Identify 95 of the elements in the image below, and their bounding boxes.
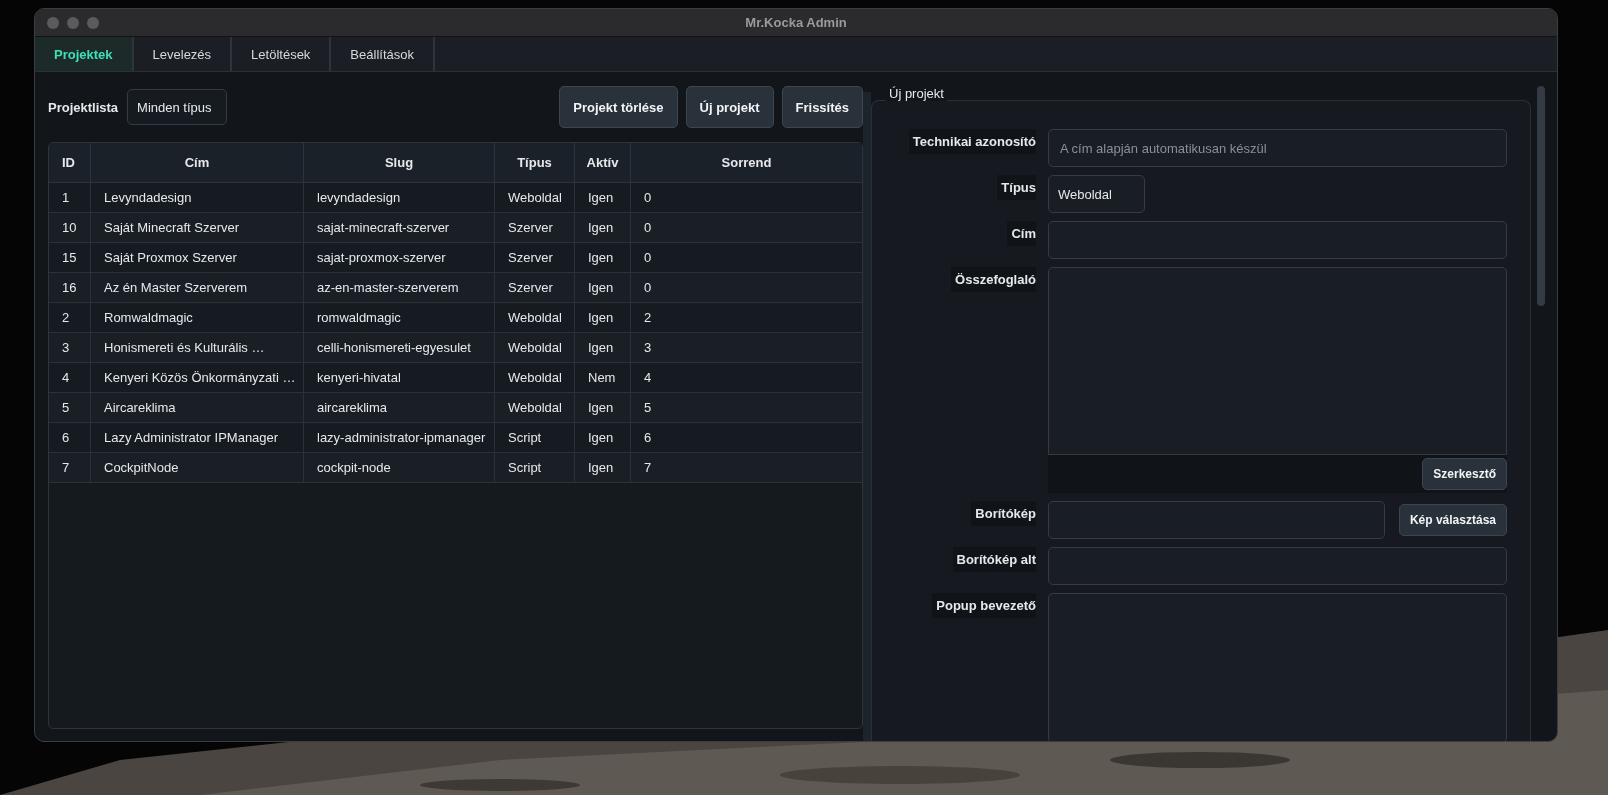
type-filter-dropdown[interactable]: Minden típus [127, 89, 228, 125]
table-cell: Szerver [495, 273, 575, 302]
minimize-button[interactable] [67, 16, 79, 29]
group-title: Új projekt [886, 86, 947, 101]
input-field[interactable] [1048, 221, 1507, 259]
table-cell: Weboldal [495, 393, 575, 422]
table-cell: 10 [49, 213, 91, 242]
table-cell: Igen [575, 273, 631, 302]
table-cell: Romwaldmagic [91, 303, 304, 332]
column-header[interactable]: Slug [304, 143, 495, 182]
field-label: Cím [1007, 221, 1036, 246]
table-cell: Szerver [495, 213, 575, 242]
table-cell: 6 [49, 423, 91, 452]
table-cell-text: 0 [643, 279, 653, 297]
table-cell: Weboldal [495, 183, 575, 212]
input-field[interactable]: A cím alapján automatikusan készül [1048, 129, 1507, 167]
table-cell: 2 [49, 303, 91, 332]
field-label: Típus [997, 175, 1036, 200]
scrollbar-thumb[interactable] [1537, 86, 1545, 306]
table-cell: Aircareklima [91, 393, 304, 422]
table-cell: Script [495, 453, 575, 482]
table-cell: Lazy Administrator IPManager [91, 423, 304, 452]
tab[interactable]: Projektek [35, 37, 134, 71]
table-cell: 16 [49, 273, 91, 302]
table-cell: Weboldal [495, 363, 575, 392]
table-cell-text: 4 [643, 369, 653, 387]
table-cell: Nem [575, 363, 631, 392]
table-cell: sajat-minecraft-szerver [304, 213, 495, 242]
input-field[interactable] [1048, 547, 1507, 585]
table-cell-text: 6 [643, 429, 653, 447]
table-cell: sajat-proxmox-szerver [304, 243, 495, 272]
table-cell: Igen [575, 303, 631, 332]
column-header[interactable]: Aktív [575, 143, 631, 182]
column-header[interactable]: Cím [91, 143, 304, 182]
input-field[interactable] [1048, 501, 1385, 539]
table-cell: Igen [575, 243, 631, 272]
table-cell: Igen [575, 393, 631, 422]
window-title: Mr.Kocka Admin [745, 15, 847, 30]
toolbar-button[interactable]: Frissítés [781, 86, 863, 128]
table-cell: 5 [49, 393, 91, 422]
table-cell: Igen [575, 213, 631, 242]
table-cell-text: 0 [643, 219, 653, 237]
table-cell: 7 [49, 453, 91, 482]
table-cell: Igen [575, 423, 631, 452]
table-cell: Kenyeri Közös Önkormányzati … [91, 363, 304, 392]
text-area[interactable] [1048, 593, 1507, 741]
column-header[interactable]: Sorrend [631, 143, 862, 182]
text-area[interactable] [1048, 267, 1507, 455]
table-cell-text: 3 [643, 339, 653, 357]
field-label: Összefoglaló [951, 267, 1036, 292]
table-cell: Szerver [495, 243, 575, 272]
field-label: Borítókép [971, 501, 1036, 526]
table-cell: Levyndadesign [91, 183, 304, 212]
editor-button[interactable]: Szerkesztő [1422, 458, 1507, 490]
table-cell: CockpitNode [91, 453, 304, 482]
table-cell: celli-honismereti-egyesulet [304, 333, 495, 362]
table-cell: 15 [49, 243, 91, 272]
table-cell: aircareklima [304, 393, 495, 422]
column-header[interactable]: Típus [495, 143, 575, 182]
list-label: Projektlista [48, 99, 119, 115]
table-cell: romwaldmagic [304, 303, 495, 332]
column-header[interactable]: ID [49, 143, 91, 182]
table-cell: 1 [49, 183, 91, 212]
choose-image-button[interactable]: Kép választása [1398, 504, 1507, 536]
toolbar-button[interactable]: Projekt törlése [559, 86, 678, 128]
table-cell: cockpit-node [304, 453, 495, 482]
table-cell: Weboldal [495, 333, 575, 362]
table-cell: Igen [575, 453, 631, 482]
table-cell: Script [495, 423, 575, 452]
table-cell: Az én Master Szerverem [91, 273, 304, 302]
table-cell-text: 0 [643, 189, 653, 207]
table-cell: Igen [575, 333, 631, 362]
table-cell: lazy-administrator-ipmanager [304, 423, 495, 452]
field-label: Borítókép alt [952, 547, 1036, 572]
table-cell-text: 5 [643, 399, 653, 417]
field-label: Technikai azonosító [908, 129, 1036, 154]
table-cell: az-en-master-szerverem [304, 273, 495, 302]
toolbar-button[interactable]: Új projekt [685, 86, 774, 128]
table-cell: Igen [575, 183, 631, 212]
table-cell: 3 [49, 333, 91, 362]
table-cell: Honismereti és Kulturális … [91, 333, 304, 362]
type-dropdown[interactable]: Weboldal [1048, 175, 1145, 213]
pane-splitter[interactable] [863, 92, 871, 741]
close-button[interactable] [47, 16, 59, 29]
zoom-button[interactable] [87, 16, 99, 29]
table-cell: levyndadesign [304, 183, 495, 212]
field-label: Popup bevezető [932, 593, 1036, 618]
table-cell-text: 0 [643, 249, 653, 267]
table-cell: 4 [49, 363, 91, 392]
table-cell-text: 2 [643, 309, 653, 327]
table-cell: Saját Proxmox Szerver [91, 243, 304, 272]
table-cell: Saját Minecraft Szerver [91, 213, 304, 242]
table-cell: kenyeri-hivatal [304, 363, 495, 392]
table-cell: Weboldal [495, 303, 575, 332]
table-cell-text: 7 [643, 459, 653, 477]
